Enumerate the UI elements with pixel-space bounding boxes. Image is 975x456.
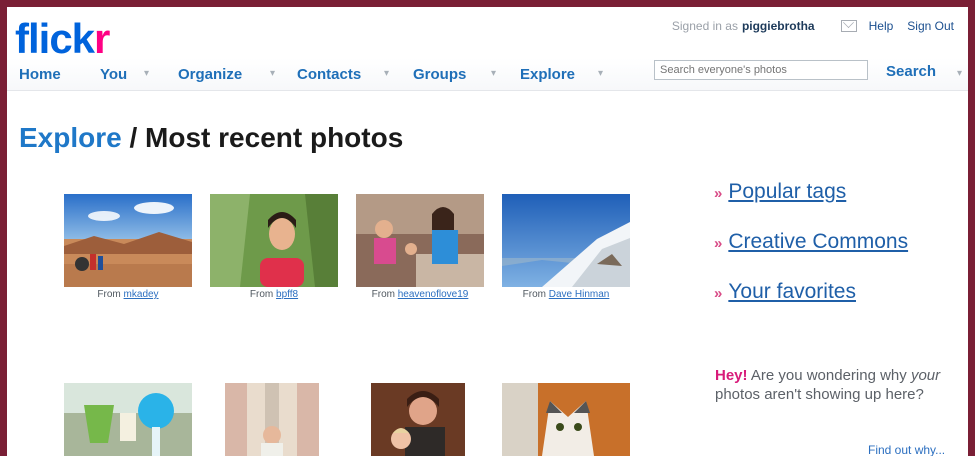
from-label: From [249,289,274,300]
link-your-favorites[interactable]: » Your favorites [714,280,856,304]
info-message: Hey! Are you wondering why your photos a… [715,366,955,404]
find-out-why-link[interactable]: Find out why... [868,443,945,456]
message-part-b: photos aren't showing up here? [715,386,924,403]
search-dropdown-icon[interactable]: ▾ [957,68,962,79]
nav-contacts[interactable]: Contacts [297,66,361,83]
from-label: From [522,289,546,300]
bullet-icon: » [714,235,723,252]
photo-thumbnail[interactable] [502,194,630,287]
snowy-mountain-image [502,194,630,287]
desert-landscape-image [64,194,192,287]
message-emphasis: your [910,367,941,384]
link-popular-tags[interactable]: » Popular tags [714,180,846,204]
logo-text-flick: flick [15,15,95,62]
photo-thumbnail[interactable] [502,383,630,456]
family-image [356,194,484,287]
sign-out-link[interactable]: Sign Out [907,19,954,33]
breadcrumb-explore[interactable]: Explore [19,122,122,153]
nav-explore-dropdown-icon[interactable]: ▾ [598,68,603,79]
page-title: Explore / Most recent photos [19,122,403,154]
nav-home[interactable]: Home [19,66,61,83]
photo-author-link[interactable]: Dave Hinman [549,289,610,300]
message-part-a: Are you wondering why [750,367,907,384]
photo-thumbnail[interactable] [210,194,338,287]
photo-caption: From mkadey [48,289,208,300]
nav-contacts-dropdown-icon[interactable]: ▾ [384,68,389,79]
username-link[interactable]: piggiebrotha [742,19,815,33]
photo-author-link[interactable]: heavenoflove19 [398,289,469,300]
bullet-icon: » [714,185,723,202]
nav-groups-dropdown-icon[interactable]: ▾ [491,68,496,79]
search-button[interactable]: Search [886,63,936,80]
photo-author-link[interactable]: bpff8 [276,289,298,300]
page-title-text: Most recent photos [145,122,404,153]
mother-child-image [371,383,465,456]
link-label[interactable]: Popular tags [728,180,846,203]
drinks-image [64,383,192,456]
photo-author-link[interactable]: mkadey [124,289,159,300]
hey-label: Hey! [715,367,748,384]
nav-you[interactable]: You [100,66,127,83]
photo-thumbnail[interactable] [225,383,319,456]
photo-thumbnail[interactable] [64,383,192,456]
from-label: From [371,289,395,300]
nav-explore[interactable]: Explore [520,66,575,83]
photo-caption: From heavenoflove19 [340,289,500,300]
photo-thumbnail[interactable] [371,383,465,456]
photo-thumbnail[interactable] [356,194,484,287]
photo-caption: From bpff8 [194,289,354,300]
signed-in-label: Signed in as [671,19,738,33]
link-creative-commons[interactable]: » Creative Commons [714,230,908,254]
nav-organize[interactable]: Organize [178,66,242,83]
photo-thumbnail[interactable] [64,194,192,287]
link-label[interactable]: Creative Commons [728,230,908,253]
link-label[interactable]: Your favorites [728,280,856,303]
nav-you-dropdown-icon[interactable]: ▾ [144,68,149,79]
from-label: From [97,289,121,300]
bullet-icon: » [714,285,723,302]
nav-organize-dropdown-icon[interactable]: ▾ [270,68,275,79]
child-curtain-image [225,383,319,456]
mail-icon[interactable] [840,20,857,32]
nav-groups[interactable]: Groups [413,66,466,83]
portrait-image [210,194,338,287]
photo-caption: From Dave Hinman [486,289,646,300]
flickr-logo[interactable]: flickr [15,15,110,63]
cat-image [502,383,630,456]
breadcrumb-separator: / [121,122,146,153]
help-link[interactable]: Help [869,19,894,33]
logo-text-r: r [94,15,110,62]
page-frame: flickr Signed in as piggiebrotha Help Si… [7,7,968,456]
account-bar: Signed in as piggiebrotha Help Sign Out [672,19,968,33]
search-input[interactable] [654,60,868,80]
